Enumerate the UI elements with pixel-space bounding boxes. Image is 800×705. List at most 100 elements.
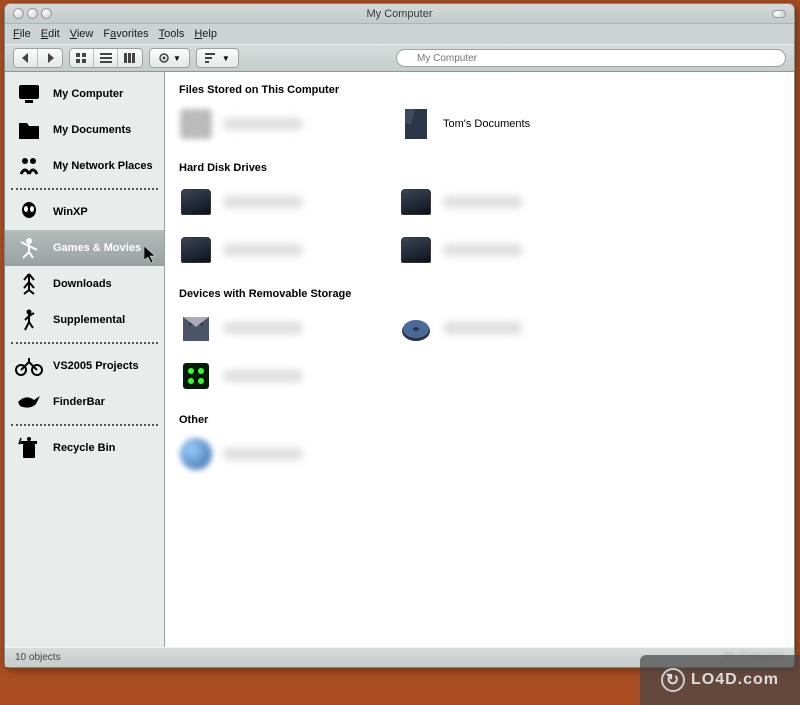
menubar: File Edit View Favorites Tools Help: [5, 24, 794, 44]
content-item[interactable]: [179, 230, 379, 270]
sidebar-separator: [11, 424, 158, 426]
action-menu-button[interactable]: ▼: [149, 48, 190, 68]
minimize-button[interactable]: [27, 8, 38, 19]
content-item[interactable]: [179, 182, 379, 222]
menu-file[interactable]: File: [13, 28, 31, 40]
view-icons-button[interactable]: [70, 49, 94, 67]
item-label: [223, 322, 303, 334]
sidebar-item-label: Recycle Bin: [53, 442, 115, 454]
content-item[interactable]: [179, 356, 379, 396]
search-box: [396, 49, 786, 67]
section-items: Tom's Documents: [179, 102, 780, 158]
sidebar-item-games-movies[interactable]: Games & Movies: [5, 230, 164, 266]
sidebar-item-label: VS2005 Projects: [53, 360, 139, 372]
titlebar[interactable]: My Computer: [5, 4, 794, 24]
alien-icon: [15, 198, 43, 226]
sidebar-item-my-network-places[interactable]: My Network Places: [5, 148, 164, 184]
device-icon: [179, 359, 213, 393]
item-label: [223, 244, 303, 256]
menu-view[interactable]: View: [70, 28, 94, 40]
sidebar-separator: [11, 342, 158, 344]
section-header: Devices with Removable Storage: [179, 284, 780, 306]
runner-icon: [15, 306, 43, 334]
people-icon: [15, 152, 43, 180]
arrange-menu-button[interactable]: ▼: [196, 48, 239, 68]
watermark: ↻ LO4D.com: [640, 655, 800, 705]
arrange-icon: [205, 53, 219, 63]
sidebar-item-finderbar[interactable]: FinderBar: [5, 384, 164, 420]
status-count: 10 objects: [15, 652, 61, 663]
menu-help[interactable]: Help: [194, 28, 217, 40]
window-title: My Computer: [5, 8, 794, 20]
sidebar-item-winxp[interactable]: WinXP: [5, 194, 164, 230]
drive-icon: [399, 233, 433, 267]
collapse-button[interactable]: [772, 10, 786, 18]
sidebar: My Computer My Documents My Network Places…: [5, 72, 165, 647]
down-icon: [15, 270, 43, 298]
sidebar-item-recycle-bin[interactable]: Recycle Bin: [5, 430, 164, 466]
cursor-icon: [144, 246, 158, 266]
zoom-button[interactable]: [41, 8, 52, 19]
sidebar-item-label: Supplemental: [53, 314, 125, 326]
folder-blur-icon: [179, 107, 213, 141]
content-item[interactable]: [179, 308, 379, 348]
close-button[interactable]: [13, 8, 24, 19]
section-items: [179, 180, 780, 284]
content-item[interactable]: Tom's Documents: [399, 104, 599, 144]
sidebar-item-label: My Documents: [53, 124, 131, 136]
globe-icon: [179, 437, 213, 471]
section-items: [179, 306, 780, 410]
grid-icon: [76, 53, 88, 63]
section-items: [179, 432, 780, 488]
sidebar-item-label: My Network Places: [53, 160, 153, 172]
sidebar-item-my-documents[interactable]: My Documents: [5, 112, 164, 148]
gear-icon: [158, 52, 170, 64]
floppy-icon: [179, 311, 213, 345]
list-icon: [100, 53, 112, 63]
sidebar-item-label: My Computer: [53, 88, 123, 100]
drive-icon: [179, 233, 213, 267]
sidebar-item-vs2005-projects[interactable]: VS2005 Projects: [5, 348, 164, 384]
folder-icon: [15, 116, 43, 144]
content-item[interactable]: [399, 308, 599, 348]
sidebar-item-label: Games & Movies: [53, 242, 141, 254]
sidebar-item-label: FinderBar: [53, 396, 105, 408]
menu-edit[interactable]: Edit: [41, 28, 60, 40]
forward-button[interactable]: [38, 49, 62, 67]
section-header: Other: [179, 410, 780, 432]
monitor-icon: [15, 80, 43, 108]
item-label: [223, 448, 303, 460]
sidebar-separator: [11, 188, 158, 190]
sidebar-item-my-computer[interactable]: My Computer: [5, 76, 164, 112]
content-item[interactable]: [399, 230, 599, 270]
menu-favorites[interactable]: Favorites: [103, 28, 148, 40]
trash-icon: [15, 434, 43, 462]
window-controls: [5, 8, 52, 19]
menu-tools[interactable]: Tools: [159, 28, 185, 40]
content-area: Files Stored on This Computer Tom's Docum…: [165, 72, 794, 647]
content-item[interactable]: [179, 104, 379, 144]
view-buttons: [69, 48, 143, 68]
sidebar-item-supplemental[interactable]: Supplemental: [5, 302, 164, 338]
back-icon: [22, 53, 30, 63]
section-header: Files Stored on This Computer: [179, 80, 780, 102]
sidebar-item-label: Downloads: [53, 278, 112, 290]
sidebar-item-downloads[interactable]: Downloads: [5, 266, 164, 302]
view-columns-button[interactable]: [118, 49, 142, 67]
back-button[interactable]: [14, 49, 38, 67]
item-label: [223, 196, 303, 208]
drive-icon: [399, 185, 433, 219]
view-list-button[interactable]: [94, 49, 118, 67]
folder-dark-icon: [399, 107, 433, 141]
optical-icon: [399, 311, 433, 345]
toolbar: ▼ ▼: [5, 44, 794, 72]
content-item[interactable]: [179, 434, 379, 474]
nav-buttons: [13, 48, 63, 68]
item-label: [223, 118, 303, 130]
content-item[interactable]: [399, 182, 599, 222]
search-input[interactable]: [396, 49, 786, 67]
refresh-icon: ↻: [661, 668, 685, 692]
bird-icon: [15, 388, 43, 416]
columns-icon: [124, 53, 136, 63]
item-label: Tom's Documents: [443, 118, 530, 130]
